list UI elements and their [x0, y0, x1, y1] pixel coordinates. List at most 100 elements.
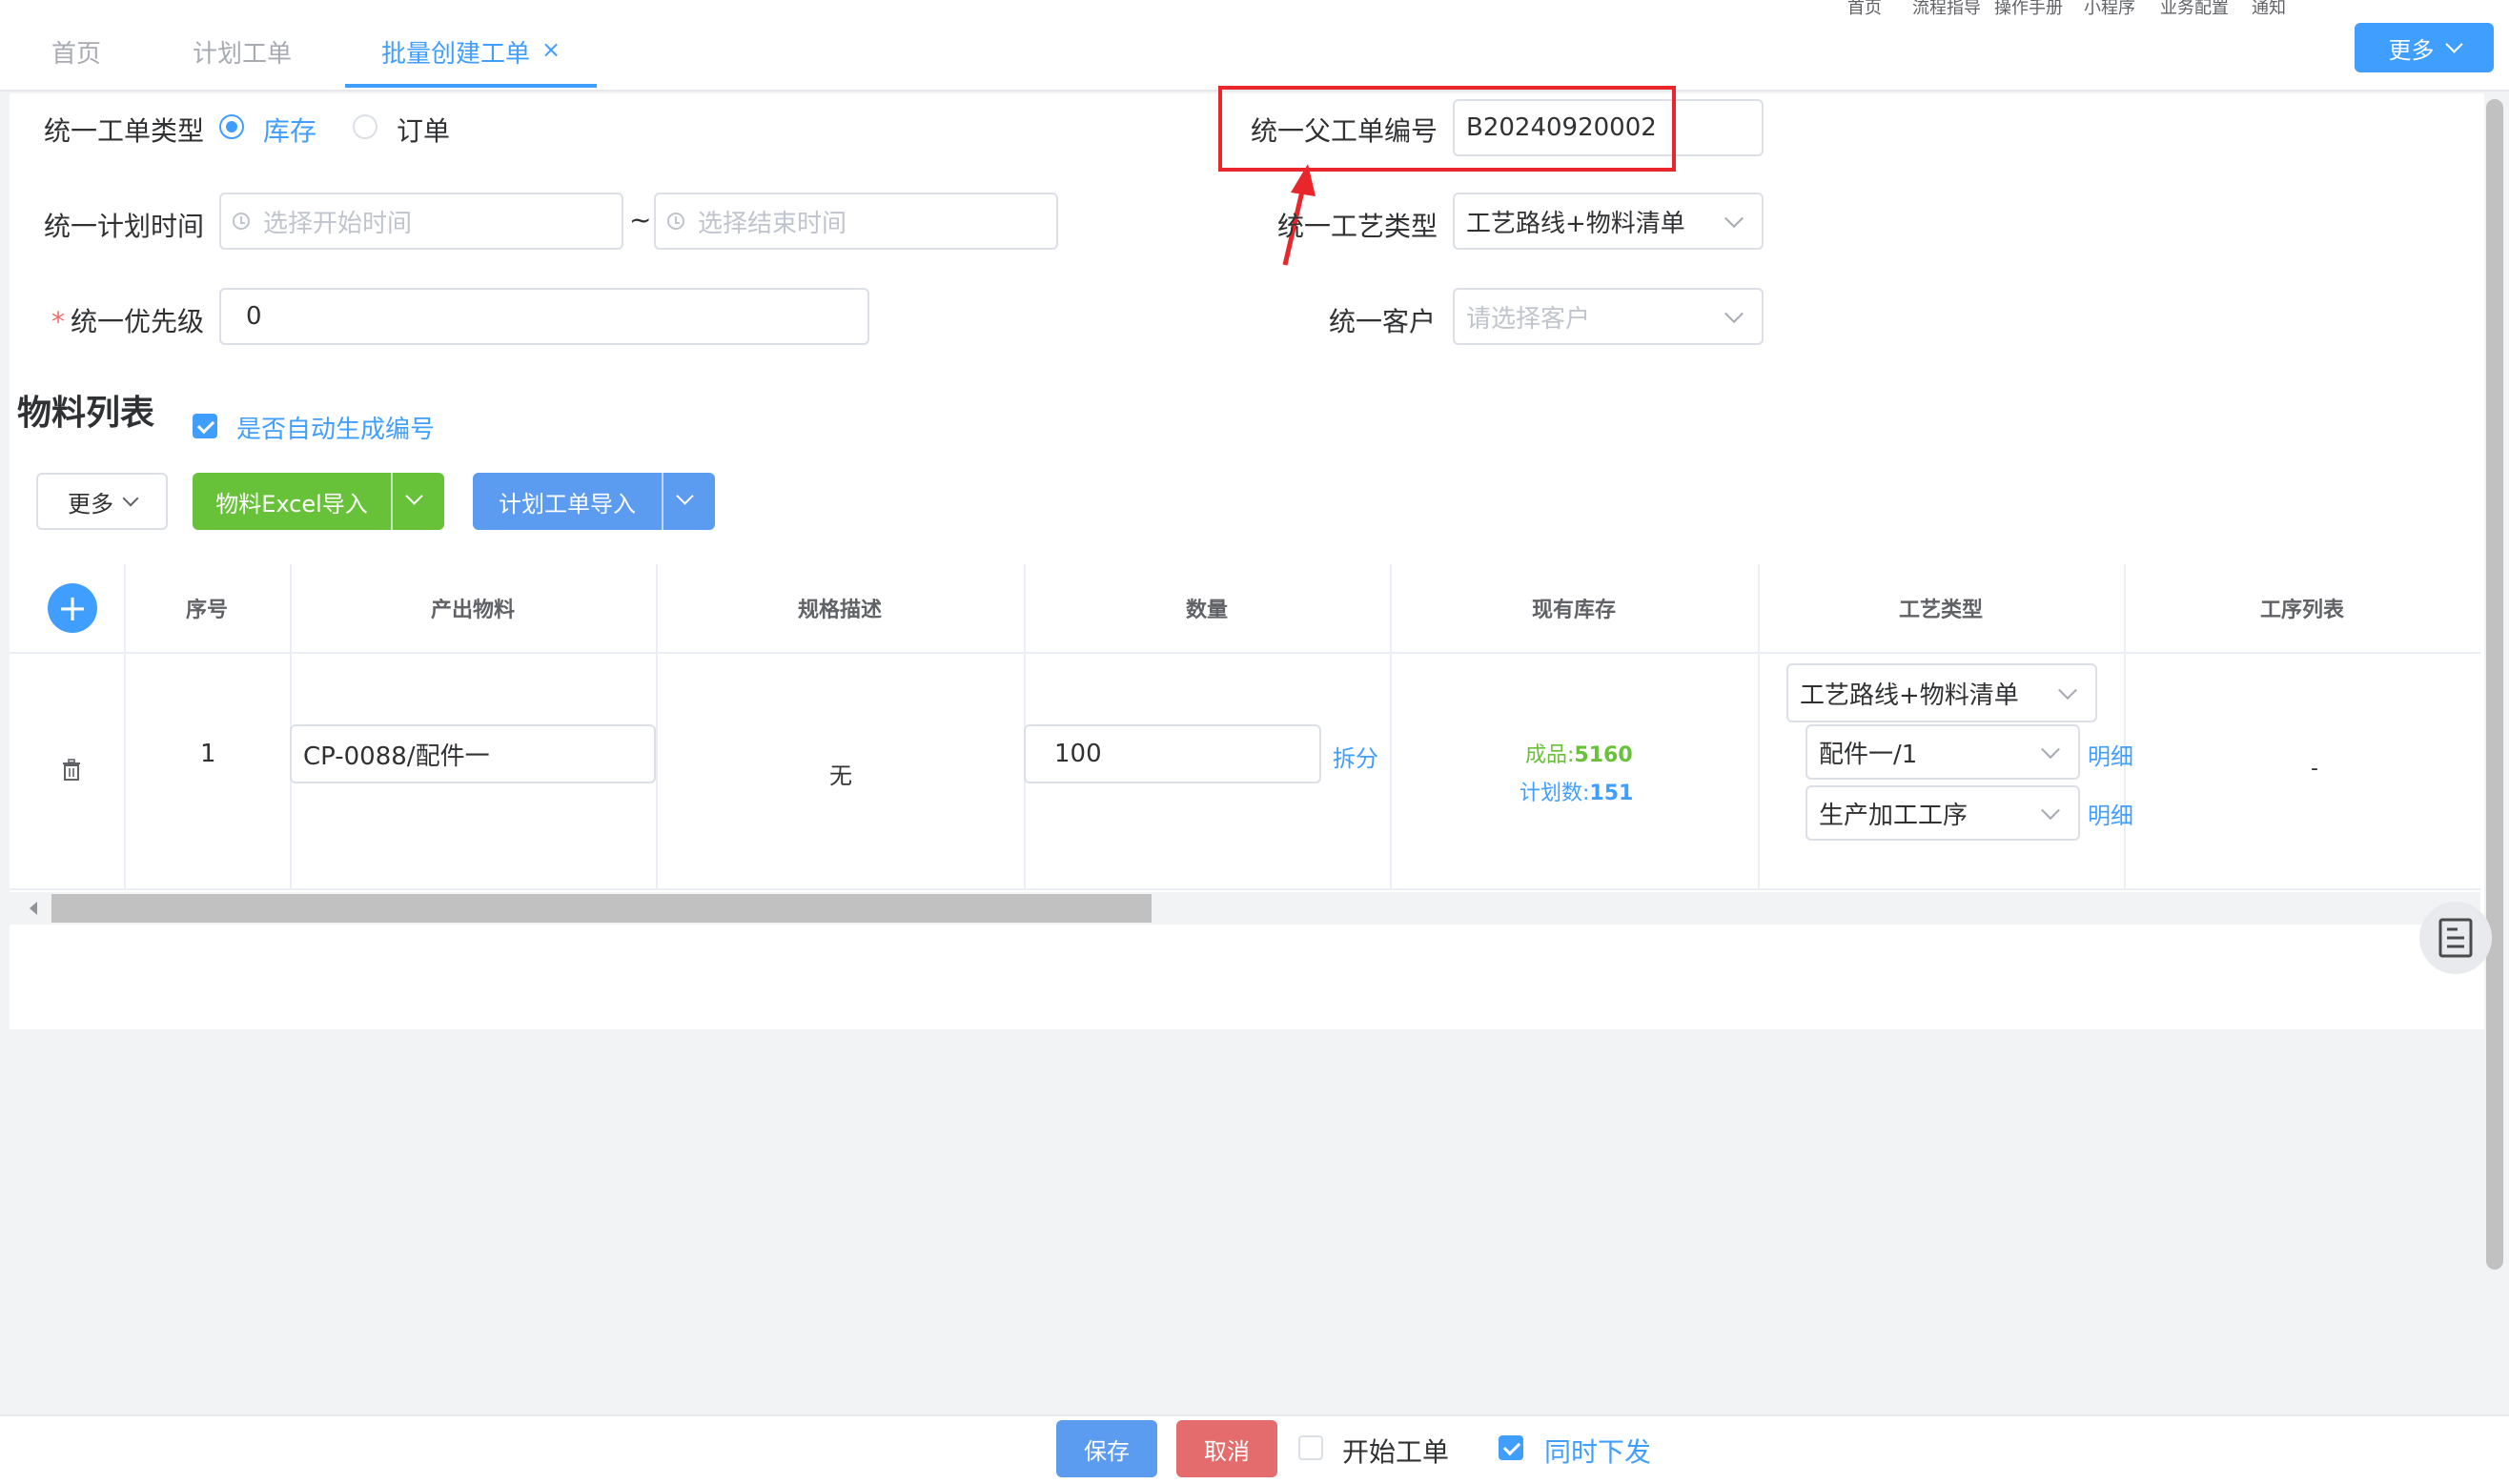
customer-select[interactable]: 请选择客户	[1453, 288, 1764, 345]
bottom-action-bar: 保存 取消 开始工单 同时下发	[0, 1414, 2509, 1484]
active-tab-indicator	[345, 84, 597, 88]
route-detail-link[interactable]: 明细	[2088, 797, 2133, 830]
required-mark: *	[51, 306, 65, 337]
materials-more-label: 更多	[68, 490, 113, 518]
route-value: 生产加工工序	[1819, 801, 1968, 830]
bom-select[interactable]: 配件一/1	[1805, 724, 2080, 780]
cancel-label: 取消	[1204, 1437, 1250, 1465]
top-link-home[interactable]: 首页	[1847, 0, 1882, 19]
radio-order[interactable]	[353, 114, 377, 139]
radio-stock-label[interactable]: 库存	[263, 111, 316, 149]
radio-stock[interactable]	[219, 114, 244, 139]
stock-finished: 成品:5160	[1525, 738, 1633, 768]
auto-number-checkbox[interactable]	[193, 414, 217, 438]
material-table: + 序号 产出物料 规格描述 数量 现有库存 工艺类型 工序列表 1 CP-00…	[10, 564, 2480, 894]
chevron-down-icon	[2041, 801, 2060, 821]
priority-value: 0	[246, 302, 262, 331]
materials-more-button[interactable]: 更多	[36, 473, 168, 530]
end-time-input[interactable]: 选择结束时间	[654, 193, 1058, 250]
start-order-checkbox[interactable]	[1298, 1435, 1323, 1460]
process-type-label: 统一工艺类型	[1277, 211, 1438, 242]
tab-home[interactable]: 首页	[51, 34, 101, 70]
quantity-value: 100	[1054, 740, 1102, 768]
column-header-operations: 工序列表	[2259, 599, 2344, 622]
vertical-scrollbar-thumb[interactable]	[2486, 99, 2503, 1270]
document-icon	[2438, 918, 2473, 958]
table-bottom-divider	[10, 888, 2480, 890]
clock-icon	[233, 213, 250, 230]
chevron-down-icon[interactable]	[676, 487, 694, 505]
column-header-spec: 规格描述	[797, 599, 882, 622]
stock-finished-label: 成品:	[1525, 743, 1575, 767]
excel-import-button[interactable]: 物料Excel导入	[193, 473, 444, 530]
spec-value: 无	[829, 762, 852, 789]
button-divider	[662, 473, 663, 530]
auto-number-label[interactable]: 是否自动生成编号	[236, 410, 435, 445]
top-link-manual[interactable]: 操作手册	[1994, 0, 2063, 19]
add-row-button[interactable]: +	[48, 583, 97, 633]
save-label: 保存	[1084, 1437, 1130, 1465]
quantity-input[interactable]: 100	[1024, 724, 1321, 783]
row-process-type-select[interactable]: 工艺路线+物料清单	[1786, 663, 2097, 722]
chevron-down-icon[interactable]	[405, 487, 423, 505]
column-header-material: 产出物料	[430, 599, 515, 622]
column-header-stock: 现有库存	[1531, 599, 1616, 622]
chevron-down-icon	[1724, 304, 1744, 324]
end-time-placeholder: 选择结束时间	[698, 209, 847, 238]
order-type-label: 统一工单类型	[44, 115, 205, 147]
material-value: CP-0088/配件一	[303, 742, 490, 771]
top-link-business-config[interactable]: 业务配置	[2160, 0, 2229, 19]
annotation-highlight-box	[1218, 86, 1676, 172]
split-link[interactable]: 拆分	[1333, 740, 1378, 773]
plan-order-import-label: 计划工单导入	[499, 490, 636, 518]
tab-plan-order[interactable]: 计划工单	[193, 34, 292, 70]
stock-finished-value: 5160	[1574, 743, 1633, 767]
process-type-select[interactable]: 工艺路线+物料清单	[1453, 193, 1764, 250]
scroll-left-icon[interactable]	[27, 900, 40, 917]
chevron-down-icon	[122, 490, 139, 507]
top-link-flow-guide[interactable]: 流程指导	[1912, 0, 1981, 19]
plan-time-label: 统一计划时间	[44, 211, 205, 242]
cancel-button[interactable]: 取消	[1176, 1420, 1277, 1477]
column-header-process-type: 工艺类型	[1898, 599, 1983, 622]
button-divider	[391, 473, 393, 530]
header-more-label: 更多	[2388, 36, 2435, 64]
bom-detail-link[interactable]: 明细	[2088, 738, 2133, 771]
priority-input[interactable]: 0	[219, 288, 869, 345]
column-header-index: 序号	[185, 599, 228, 622]
tab-batch-create-order[interactable]: 批量创建工单	[381, 34, 530, 70]
column-header-quantity: 数量	[1185, 599, 1228, 622]
chevron-down-icon	[2041, 740, 2060, 760]
document-float-button[interactable]	[2419, 902, 2492, 974]
range-separator: ~	[629, 204, 652, 235]
top-link-notice[interactable]: 通知	[2252, 0, 2286, 19]
plus-icon: +	[57, 587, 88, 629]
start-order-label[interactable]: 开始工单	[1342, 1432, 1449, 1470]
start-time-input[interactable]: 选择开始时间	[219, 193, 623, 250]
priority-label: * 统一优先级	[51, 301, 204, 339]
operations-value: -	[2311, 757, 2318, 781]
excel-import-label: 物料Excel导入	[215, 490, 368, 518]
row-process-type-value: 工艺路线+物料清单	[1800, 681, 2019, 710]
header-more-button[interactable]: 更多	[2355, 23, 2494, 72]
plan-order-import-button[interactable]: 计划工单导入	[473, 473, 715, 530]
material-list-title: 物料列表	[17, 394, 155, 433]
dispatch-checkbox[interactable]	[1499, 1435, 1523, 1460]
top-link-mini-program[interactable]: 小程序	[2084, 0, 2135, 19]
start-time-placeholder: 选择开始时间	[263, 209, 413, 238]
chevron-down-icon	[2444, 34, 2463, 53]
material-input[interactable]: CP-0088/配件一	[290, 724, 656, 783]
trash-icon[interactable]	[61, 759, 82, 782]
top-navigation-bar: 首页 流程指导 操作手册 小程序 业务配置 通知 首页 计划工单 批量创建工单 …	[0, 0, 2509, 91]
save-button[interactable]: 保存	[1056, 1420, 1157, 1477]
route-select[interactable]: 生产加工工序	[1805, 785, 2080, 841]
stock-planned-value: 151	[1589, 782, 1634, 805]
close-icon[interactable]: ×	[541, 36, 561, 63]
priority-label-text: 统一优先级	[71, 306, 205, 337]
stock-planned-label: 计划数:	[1520, 782, 1590, 805]
process-type-value: 工艺路线+物料清单	[1466, 209, 1685, 238]
row-index: 1	[200, 740, 216, 768]
dispatch-label[interactable]: 同时下发	[1544, 1432, 1651, 1470]
horizontal-scrollbar-thumb[interactable]	[51, 894, 1152, 923]
radio-order-label[interactable]: 订单	[397, 111, 450, 149]
